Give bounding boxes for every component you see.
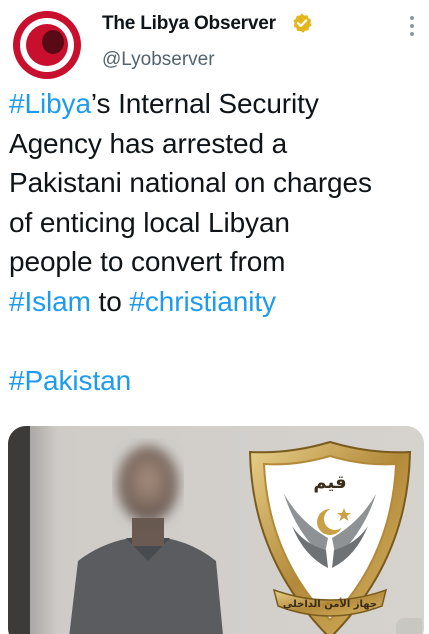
photo-emblem-icon: قيم جهاز الأمن الداخلي [8, 426, 424, 634]
tweet-photo[interactable]: قيم جهاز الأمن الداخلي [8, 426, 424, 634]
hashtag-islam[interactable]: #Islam [9, 286, 91, 317]
emblem-banner-text: جهاز الأمن الداخلي [283, 597, 377, 610]
hashtag-libya[interactable]: #Libya [9, 88, 91, 119]
emblem-top-text: قيم [313, 472, 346, 493]
tweet-line: #Pakistan [9, 361, 424, 401]
tweet-line: Agency has arrested a [9, 127, 288, 159]
tweet-line: Pakistani national on charges [9, 167, 372, 198]
hashtag-christianity[interactable]: #christianity [129, 286, 276, 317]
more-vertical-icon [410, 16, 414, 20]
tweet-card[interactable]: The Libya Observer @Lyobserver #Libya’s … [0, 0, 429, 634]
verified-badge-icon [291, 12, 313, 34]
tweet-text: #Libya’s Internal Security Agency has ar… [9, 84, 424, 400]
libya-observer-logo-icon [10, 8, 84, 82]
media-corner-badge [396, 618, 422, 634]
hashtag-pakistan[interactable]: #Pakistan [9, 365, 131, 396]
more-options-button[interactable] [401, 12, 423, 40]
tweet-line: #Libya’s Internal Security [9, 88, 319, 119]
tweet-line: people to convert from [9, 246, 286, 277]
avatar[interactable] [7, 5, 87, 85]
account-handle[interactable]: @Lyobserver [102, 49, 215, 71]
tweet-line: #Islam to #christianity [9, 285, 276, 317]
display-name[interactable]: The Libya Observer [102, 13, 276, 35]
tweet-line: of enticing local Libyan [9, 206, 290, 238]
